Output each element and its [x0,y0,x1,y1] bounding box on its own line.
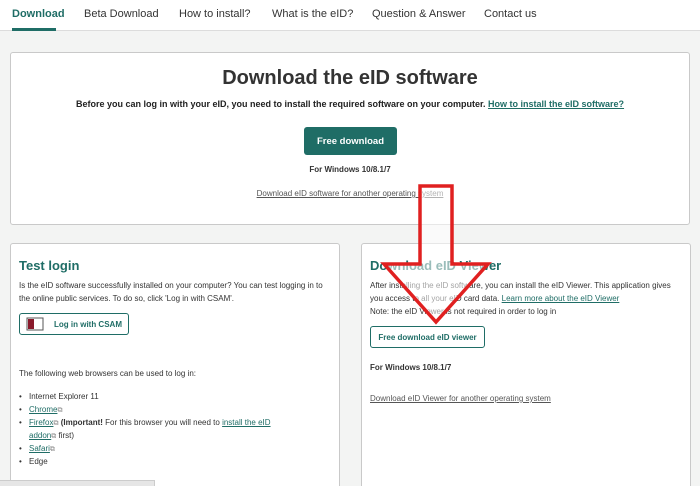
list-item: • Firefox⧉ (Important! For this browser y… [19,418,271,427]
viewer-platform-note: For Windows 10/8.1/7 [370,363,452,372]
how-to-install-link[interactable]: How to install the eID software? [488,99,624,109]
firefox-note-bold: (Important! [60,418,103,427]
tab-contact-us[interactable]: Contact us [484,8,537,20]
browsers-intro: The following web browsers can be used t… [19,369,196,378]
tab-question-answer[interactable]: Question & Answer [372,8,466,20]
free-download-button[interactable]: Free download [304,127,397,155]
install-addon-link-part2[interactable]: addon [29,431,51,440]
learn-more-viewer-link[interactable]: Learn more about the eID Viewer [502,294,620,303]
hero-subtitle-text: Before you can log in with your eID, you… [75,99,486,109]
external-link-icon: ⧉ [57,407,63,414]
viewer-paragraph: After installing the eID software, you c… [370,279,682,318]
browser-status-bar [0,480,155,486]
browser-ie: Internet Explorer 11 [29,392,99,401]
tab-how-to-install[interactable]: How to install? [179,8,251,20]
viewer-note: Note: the eID Viewer is not required in … [370,307,557,316]
platform-note: For Windows 10/8.1/7 [309,165,391,174]
other-os-download-link[interactable]: Download eID software for another operat… [0,189,700,198]
browser-chrome-link[interactable]: Chrome [29,405,57,414]
hero-subtitle: Before you can log in with your eID, you… [0,99,700,109]
test-login-title: Test login [19,258,80,273]
firefox-note-text: For this browser you will need to [102,418,223,427]
id-card-icon [26,317,44,331]
top-nav: Download Beta Download How to install? W… [0,0,700,31]
viewer-title: Download eID Viewer [370,258,502,273]
login-with-csam-button[interactable]: Log in with CSAM [19,313,129,335]
tab-what-is-eid[interactable]: What is the eID? [272,8,353,20]
browser-firefox-link[interactable]: Firefox [29,418,53,427]
free-download-viewer-button[interactable]: Free download eID viewer [370,326,485,348]
list-item: • Safari⧉ [19,444,55,453]
active-tab-indicator [12,28,56,31]
list-item: • Chrome⧉ [19,405,63,414]
csam-button-label: Log in with CSAM [54,319,122,329]
install-addon-link-part1[interactable]: install the eID [222,418,270,427]
browser-safari-link[interactable]: Safari [29,444,50,453]
firefox-note-end: first) [56,431,75,440]
page-title: Download the eID software [222,67,478,89]
tab-download[interactable]: Download [12,8,65,20]
external-link-icon: ⧉ [53,420,59,427]
browser-edge: Edge [29,457,48,466]
external-link-icon: ⧉ [49,446,55,453]
list-item: addon⧉ first) [19,429,271,442]
test-login-paragraph: Is the eID software successfully install… [19,281,323,303]
list-item: • Internet Explorer 11 [19,392,99,401]
list-item: • Edge [19,457,48,466]
browser-list: • Internet Explorer 11 • Chrome⧉ • Firefox⧉… [19,390,271,468]
tab-beta-download[interactable]: Beta Download [84,8,159,20]
viewer-other-os-link[interactable]: Download eID Viewer for another operatin… [370,394,551,403]
